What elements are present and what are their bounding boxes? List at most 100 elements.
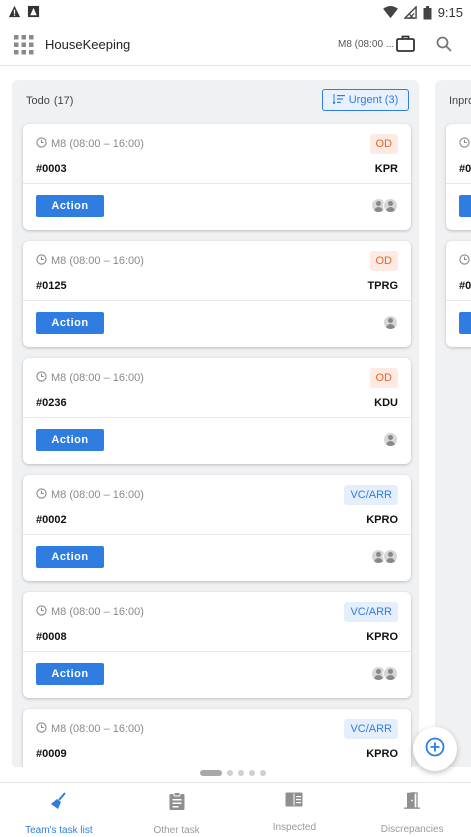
assignee-avatars[interactable] [371,549,398,564]
room-number: #0236 [36,397,67,409]
page-dot[interactable] [260,770,266,776]
column-todo[interactable]: Todo (17) Urgent (3) M8 (08:00 – 16:00) OD… [12,80,419,767]
clock-icon [36,488,47,502]
assignee-avatars[interactable] [371,666,398,681]
column-header: Todo (17) Urgent (3) [12,80,419,120]
nav-label: Inspected [272,822,317,833]
room-type-code: KPRO [366,631,398,643]
room-status-badge: VC/ARR [344,485,398,505]
shift-time: M8 (08:00 – 16:00) [36,254,144,268]
task-card[interactable]: M8 (08:00 – 16:00)VC/ARR#0009KPROAction [23,709,411,767]
page-indicator[interactable] [200,770,266,776]
assignee-avatar [383,432,398,447]
urgent-filter-label: Urgent (3) [348,94,399,106]
room-number: #0008 [36,631,67,643]
clipboard-icon [169,792,185,815]
room-number: #0003 [36,163,67,175]
column-count: (17) [53,95,74,107]
action-button[interactable] [459,312,471,334]
clock-icon [36,605,47,619]
room-number: #0125 [36,280,67,292]
card-divider [446,300,471,301]
shift-time: M8 (08:00 – 16:00) [36,605,144,619]
card-divider [446,183,471,184]
room-number: #0009 [36,748,67,760]
shift-time-text: M8 (08:00 – 16:00) [51,255,144,267]
nav-teams-task-list[interactable]: Team's task list [0,783,118,837]
assignee-avatar [383,198,398,213]
broom-icon [50,792,68,815]
room-status-badge: OD [369,134,398,154]
clock-icon [36,722,47,736]
shift-label[interactable]: M8 (08:00 ... [338,39,394,50]
nav-label: Other task [153,825,200,836]
column-inprogress[interactable]: Inpro #0 #0 [435,80,471,767]
wifi-icon [382,6,398,19]
nav-inspected[interactable]: Inspected [236,783,354,837]
card-divider [23,183,411,184]
nav-other-task[interactable]: Other task [118,783,236,837]
task-card[interactable]: M8 (08:00 – 16:00) OD #0003 KPR Action [23,124,411,230]
room-type-code: KPRO [366,514,398,526]
shift-time: M8 (08:00 – 16:00) [36,488,144,502]
assignee-avatar [383,549,398,564]
action-button[interactable] [459,195,471,217]
task-card[interactable]: M8 (08:00 – 16:00) VC/ARR #0002 KPRO Action [23,475,411,581]
warning-icon [8,5,21,18]
card-divider [23,417,411,418]
filter-list-icon [332,93,345,107]
shift-time: M8 (08:00 – 16:00) [36,371,144,385]
door-icon [404,792,421,814]
action-button[interactable]: Action [36,546,104,568]
room-type-code: KDU [374,397,398,409]
kanban-board[interactable]: Todo (17) Urgent (3) M8 (08:00 – 16:00) OD… [0,67,471,767]
assignee-avatars[interactable] [383,432,398,447]
bottom-navigation: Team's task list Other task Inspected Di… [0,782,471,837]
action-button[interactable]: Action [36,663,104,685]
action-button[interactable]: Action [36,195,104,217]
task-card[interactable]: #0 [446,241,471,347]
briefcase-icon[interactable] [396,35,415,57]
signal-icon [403,6,417,19]
shift-time-text: M8 (08:00 – 16:00) [51,372,144,384]
app-bar: HouseKeeping M8 (08:00 ... [0,26,471,66]
room-status-badge: OD [369,368,398,388]
clock-time: 9:15 [437,5,463,20]
task-card[interactable]: M8 (08:00 – 16:00) VC/ARR #0008 KPRO Action [23,592,411,698]
card-divider [23,534,411,535]
task-card[interactable]: M8 (08:00 – 16:00) OD #0125 TPRG Action [23,241,411,347]
add-circle-icon [425,737,445,762]
book-icon [285,792,303,812]
room-number: #0 [459,163,471,175]
room-status-badge: VC/ARR [344,602,398,622]
page-dot[interactable] [249,770,255,776]
page-dot[interactable] [200,770,222,776]
room-status-badge: VC/ARR [344,719,398,739]
nav-discrepancies[interactable]: Discrepancies [353,783,471,837]
action-button[interactable]: Action [36,312,104,334]
task-card[interactable]: #0 [446,124,471,230]
page-dot[interactable] [227,770,233,776]
status-bar: 9:15 [0,0,471,26]
column-header: Inpro [435,80,471,120]
action-button[interactable]: Action [36,429,104,451]
shift-time-text: M8 (08:00 – 16:00) [51,489,144,501]
shift-time-text: M8 (08:00 – 16:00) [51,723,144,735]
assignee-avatars[interactable] [383,315,398,330]
column-title: Todo (17) [26,95,74,107]
clock-icon [459,137,470,151]
assignee-avatars[interactable] [371,198,398,213]
room-number: #0002 [36,514,67,526]
apps-grid-icon[interactable] [14,35,34,60]
shift-time [459,137,470,151]
shift-time-text: M8 (08:00 – 16:00) [51,606,144,618]
task-card[interactable]: M8 (08:00 – 16:00) OD #0236 KDU Action [23,358,411,464]
urgent-filter-button[interactable]: Urgent (3) [322,89,409,111]
search-icon[interactable] [436,36,452,57]
add-task-button[interactable] [413,727,457,771]
app-title: HouseKeeping [45,37,131,52]
column-title: Inpro [449,95,471,107]
shift-time-text: M8 (08:00 – 16:00) [51,138,144,150]
room-type-code: TPRG [367,280,398,292]
page-dot[interactable] [238,770,244,776]
